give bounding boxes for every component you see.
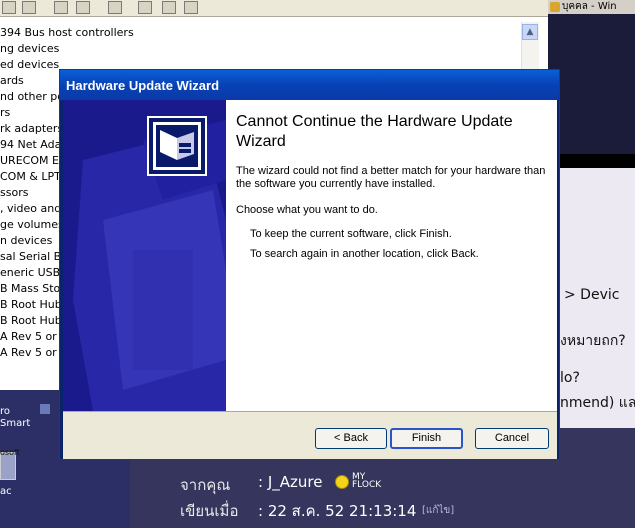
wizard-option-back: To search again in another location, cli… xyxy=(250,248,479,260)
device-tree-item[interactable]: rk adapters xyxy=(0,121,63,137)
dialog-title: Hardware Update Wizard xyxy=(66,78,220,93)
right-text-line-4: nmend) แล xyxy=(560,395,635,411)
print-icon[interactable] xyxy=(22,1,36,14)
wizard-option-finish: To keep the current software, click Fini… xyxy=(250,228,452,240)
date-value: : 22 ส.ค. 52 21:13:14 xyxy=(258,502,417,520)
desktop-icon-graphic[interactable] xyxy=(40,404,50,414)
device-tree-item[interactable]: ards xyxy=(0,73,24,89)
taskbar-button-label: บุคคล - Win xyxy=(562,1,617,12)
right-text-line-1: > Devic xyxy=(564,287,620,303)
scan-hardware-icon[interactable] xyxy=(108,1,122,14)
desktop-icon-label[interactable]: osoft xyxy=(0,448,20,457)
device-tree-item[interactable]: n devices xyxy=(0,233,52,249)
wizard-message: The wizard could not find a better match… xyxy=(236,165,546,190)
hardware-card-icon xyxy=(147,116,207,176)
taskbar-button[interactable]: บุคคล - Win xyxy=(548,0,635,15)
right-panel-content: > Devic งหมายถก? lo? nmend) แล xyxy=(560,168,635,428)
desktop-icon-label[interactable]: ac xyxy=(0,486,12,497)
device-tree-item[interactable]: ed devices xyxy=(0,57,59,73)
scroll-up-arrow-icon[interactable]: ▲ xyxy=(522,24,538,40)
myflock-badge[interactable]: MY FLOCK xyxy=(352,473,382,490)
disable-icon[interactable] xyxy=(184,1,198,14)
wizard-prompt: Choose what you want to do. xyxy=(236,204,378,216)
wizard-button-bar: < Back Finish Cancel xyxy=(63,411,557,459)
update-driver-icon[interactable] xyxy=(138,1,152,14)
wizard-content: Cannot Continue the Hardware Update Wiza… xyxy=(226,100,557,411)
cancel-button[interactable]: Cancel xyxy=(475,428,549,449)
right-text-line-3: lo? xyxy=(560,370,580,386)
device-tree-item[interactable]: rs xyxy=(0,105,10,121)
dialog-title-bar[interactable]: Hardware Update Wizard xyxy=(60,70,559,100)
device-tree-item[interactable]: ge volumes xyxy=(0,217,64,233)
desktop-icon-label[interactable]: ro xyxy=(0,406,10,417)
device-manager-toolbar xyxy=(0,0,548,17)
device-tree-item[interactable]: ssors xyxy=(0,185,28,201)
from-value[interactable]: : J_Azure xyxy=(258,473,322,491)
hardware-update-wizard-dialog: Hardware Update Wizard Cannot Continue t… xyxy=(59,69,560,460)
help-icon[interactable] xyxy=(54,1,68,14)
toolbar-icon-properties[interactable] xyxy=(2,1,16,14)
device-tree-item[interactable]: B Root Hub xyxy=(0,297,62,313)
device-tree-item[interactable]: B Root Hub xyxy=(0,313,62,329)
uninstall-icon[interactable] xyxy=(162,1,176,14)
device-tree-item[interactable]: COM & LPT) xyxy=(0,169,65,185)
date-label: เขียนเมื่อ xyxy=(180,502,239,520)
right-panel-top xyxy=(548,14,635,154)
wizard-heading: Cannot Continue the Hardware Update Wiza… xyxy=(236,113,513,150)
from-label: จากคุณ xyxy=(180,476,231,494)
smiley-icon xyxy=(335,475,349,489)
view-icon[interactable] xyxy=(76,1,90,14)
back-button[interactable]: < Back xyxy=(315,428,387,449)
finish-button[interactable]: Finish xyxy=(390,428,463,449)
edit-link[interactable]: [แก้ไข] xyxy=(422,503,454,518)
desktop-icon-label[interactable]: Smart xyxy=(0,418,30,429)
right-text-line-2: งหมายถก? xyxy=(560,333,626,349)
device-tree-item[interactable]: ng devices xyxy=(0,41,59,57)
device-tree-item[interactable]: 394 Bus host controllers xyxy=(0,25,134,41)
device-tree-item[interactable]: nd other po xyxy=(0,89,64,105)
right-panel-bar xyxy=(548,154,635,168)
window-icon xyxy=(550,2,560,12)
